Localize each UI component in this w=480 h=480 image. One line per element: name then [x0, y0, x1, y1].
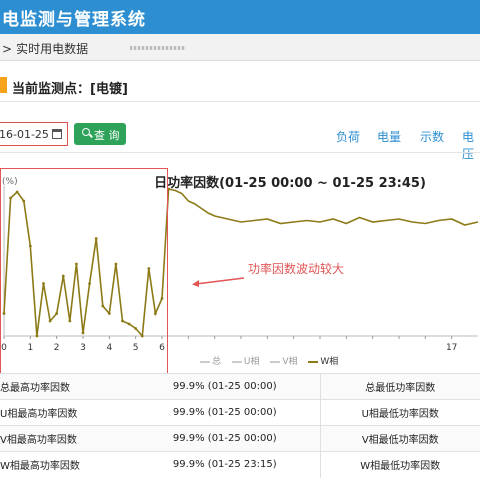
breadcrumb: > 实时用电数据	[0, 34, 480, 61]
row-value: 99.9% (01-25 23:15)	[130, 451, 321, 478]
row-label: U相最高功率因数	[0, 399, 130, 426]
tab-reading[interactable]: 示数	[420, 128, 444, 145]
breadcrumb-item[interactable]: > 实时用电数据	[2, 40, 88, 57]
date-input[interactable]: 16-01-25	[0, 122, 68, 146]
row-label-2: U相最低功率因数	[320, 399, 480, 426]
app-title: 电监测与管理系统	[2, 10, 146, 30]
tab-energy[interactable]: 电量	[377, 128, 401, 145]
chart-legend: 总 U相 V相 W相	[200, 354, 346, 367]
blurred-text	[130, 46, 186, 50]
row-label-2: 总最低功率因数	[320, 373, 480, 400]
annotation-text: 功率因数波动较大	[248, 262, 345, 276]
tab-voltage[interactable]: 电压	[462, 128, 480, 162]
monitor-point-bar: 当前监测点：[电镀]	[0, 72, 480, 102]
row-value: 99.9% (01-25 00:00)	[130, 399, 321, 426]
legend-item-u[interactable]: U相	[231, 357, 259, 367]
date-value: 16-01-25	[0, 128, 49, 141]
query-button[interactable]: 查 询	[74, 123, 126, 145]
annotation-arrow-icon	[192, 277, 245, 287]
table-row: 总最高功率因数 99.9% (01-25 00:00) 总最低功率因数	[0, 373, 480, 400]
toolbar: 16-01-25 查 询 负荷 电量 示数 电压	[0, 122, 480, 161]
query-button-label: 查 询	[94, 129, 120, 142]
row-label-2: V相最低功率因数	[320, 425, 480, 452]
table-row: U相最高功率因数 99.9% (01-25 00:00) U相最低功率因数	[0, 399, 480, 426]
row-value: 99.9% (01-25 00:00)	[130, 373, 321, 400]
table-row: V相最高功率因数 99.9% (01-25 00:00) V相最低功率因数	[0, 425, 480, 452]
orange-marker	[0, 77, 7, 93]
power-factor-chart: 日功率因数(01-25 00:00 ~ 01-25 23:45) (%) 012…	[0, 160, 480, 374]
row-value: 99.9% (01-25 00:00)	[130, 425, 321, 452]
divider	[0, 152, 480, 153]
row-label: V相最高功率因数	[0, 425, 130, 452]
monitor-point-label: 当前监测点：[电镀]	[12, 82, 128, 97]
app-header: 电监测与管理系统	[0, 0, 480, 34]
legend-item-total[interactable]: 总	[200, 357, 221, 367]
row-label: W相最高功率因数	[0, 451, 130, 478]
row-label-2: W相最低功率因数	[320, 451, 480, 478]
highlight-box	[0, 168, 168, 374]
breadcrumb-separator: >	[2, 42, 13, 56]
table-row: W相最高功率因数 99.9% (01-25 23:15) W相最低功率因数	[0, 451, 480, 478]
legend-item-v[interactable]: V相	[270, 357, 298, 367]
tab-load[interactable]: 负荷	[336, 128, 360, 145]
summary-table: 总最高功率因数 99.9% (01-25 00:00) 总最低功率因数 U相最高…	[0, 373, 480, 478]
search-icon	[82, 128, 90, 136]
breadcrumb-current[interactable]: 实时用电数据	[16, 42, 88, 56]
calendar-icon[interactable]	[52, 129, 62, 139]
x-tick-label: 17	[446, 343, 457, 353]
row-label: 总最高功率因数	[0, 373, 130, 400]
legend-item-w[interactable]: W相	[308, 357, 338, 367]
